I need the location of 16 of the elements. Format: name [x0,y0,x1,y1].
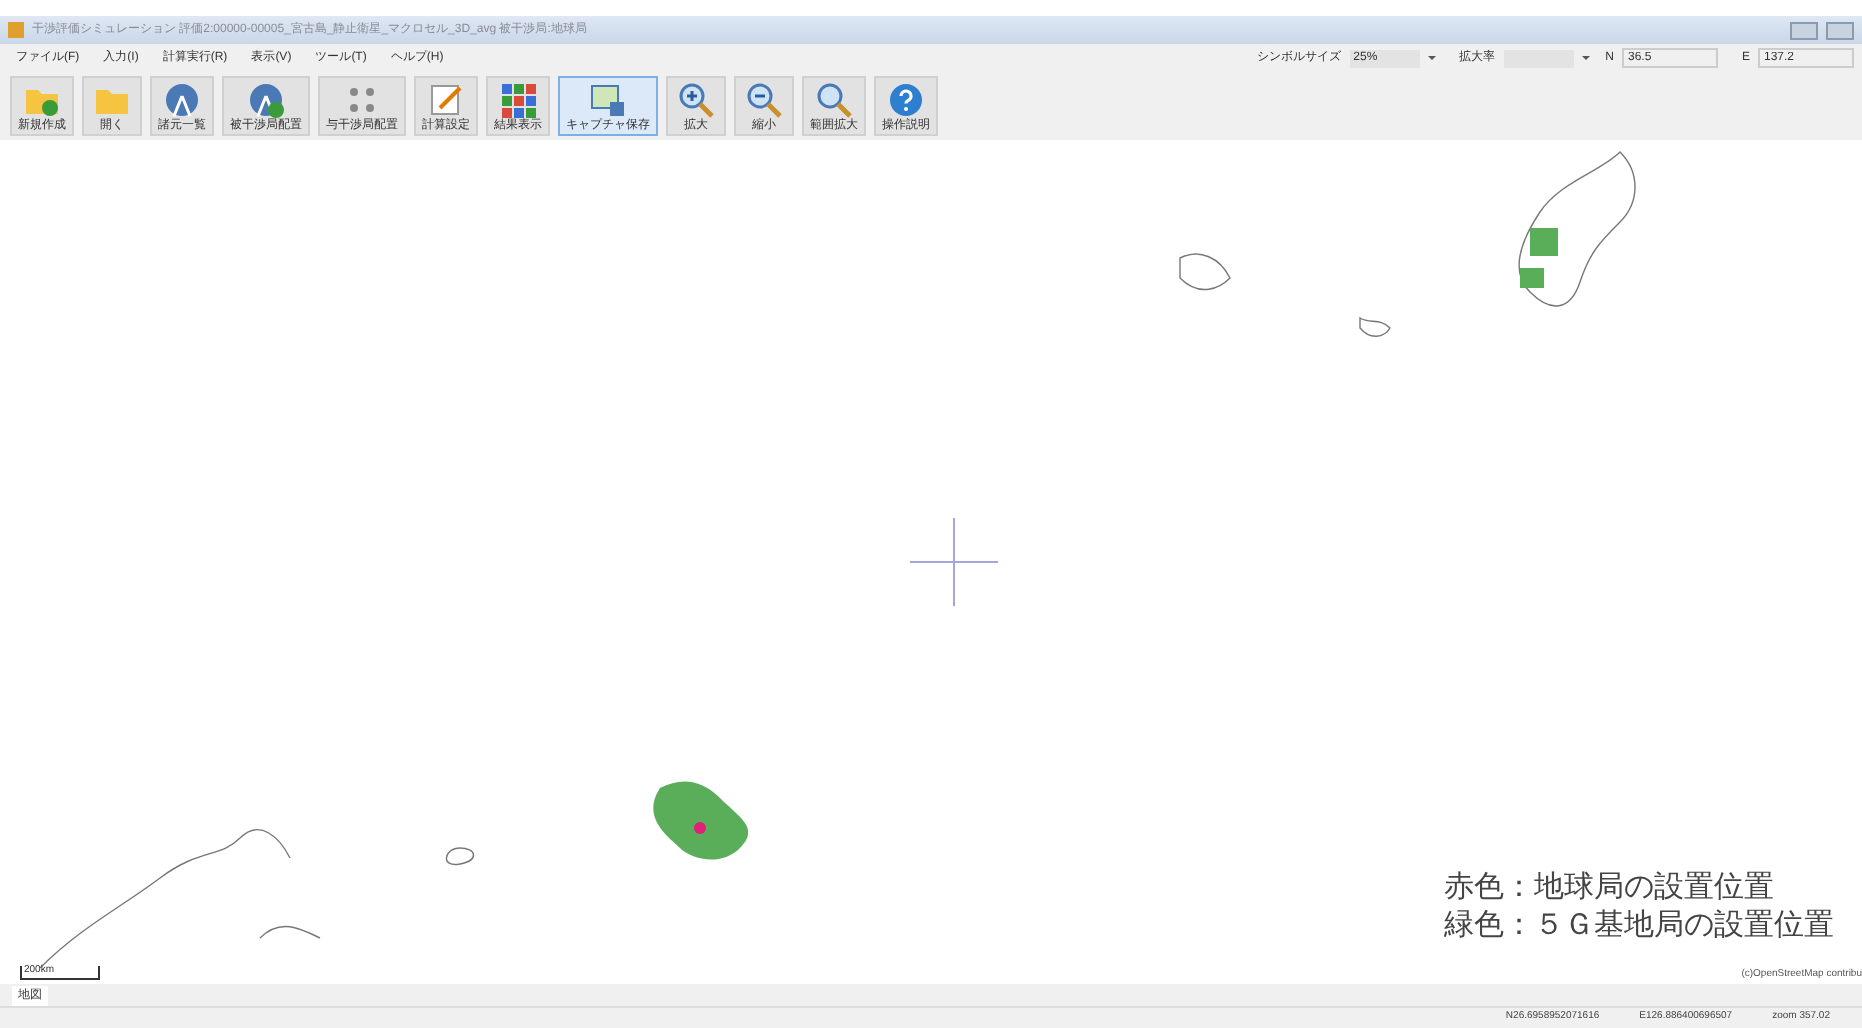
legend-text: 緑色：５Ｇ基地局の設置位置 [1444,906,1834,944]
caret-icon [1427,54,1436,62]
magnifier-icon [678,81,714,117]
app-icon [8,22,24,38]
antenna-icon [248,81,284,117]
restore-button[interactable] [1826,21,1854,39]
pencil-icon [428,81,464,117]
magnifier-icon [816,81,852,117]
grid-icon [500,81,536,117]
help-icon [888,81,924,117]
antenna-icon [164,81,200,117]
legend-text: 赤色：地球局の設置位置 [1444,868,1776,906]
minimize-button[interactable] [1790,21,1818,39]
magnifier-icon [746,81,782,117]
picture-icon [590,81,626,117]
caret-icon [1581,54,1590,62]
